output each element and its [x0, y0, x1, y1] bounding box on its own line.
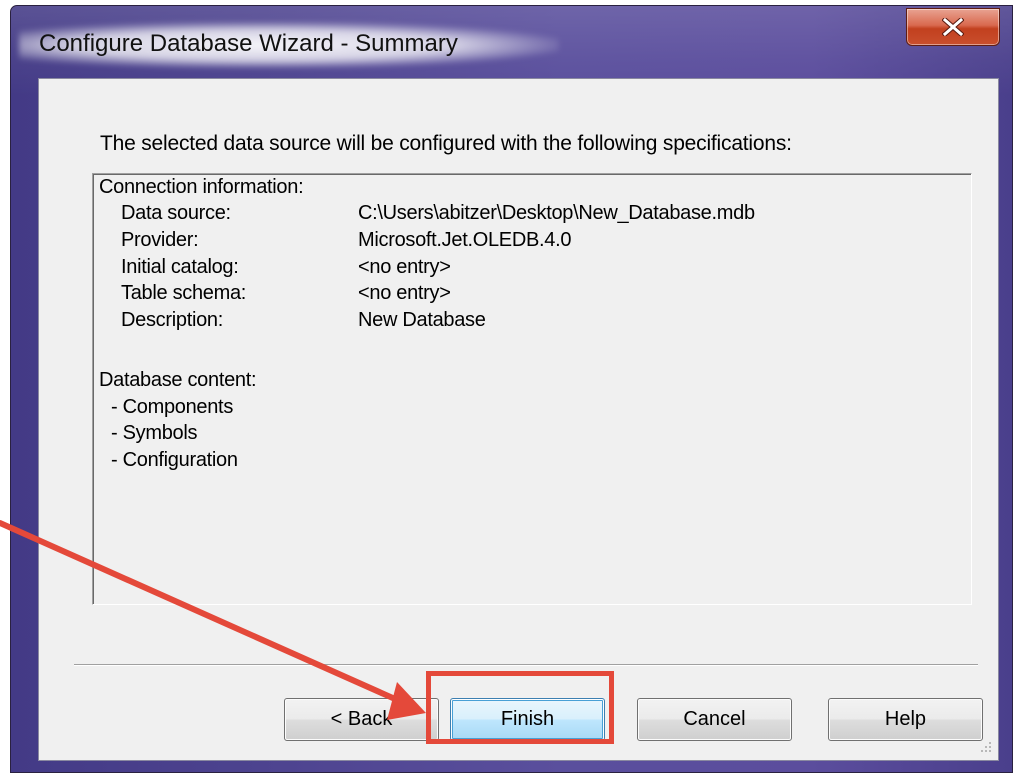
list-item: - Symbols: [111, 422, 198, 444]
finish-button[interactable]: Finish: [450, 698, 605, 741]
resize-grip-icon[interactable]: [976, 739, 994, 757]
window-title: Configure Database Wizard - Summary: [39, 30, 458, 57]
database-content-header: Database content:: [99, 369, 257, 391]
intro-text: The selected data source will be configu…: [100, 132, 792, 155]
back-button[interactable]: < Back: [284, 698, 439, 741]
dialog-client-area: The selected data source will be configu…: [38, 78, 999, 761]
connection-header: Connection information:: [99, 176, 304, 198]
initial-catalog-value: <no entry>: [358, 256, 451, 278]
list-item: - Components: [111, 396, 234, 418]
cancel-button[interactable]: Cancel: [637, 698, 792, 741]
description-value: New Database: [358, 309, 486, 331]
provider-label: Provider:: [121, 229, 199, 251]
initial-catalog-label: Initial catalog:: [121, 256, 239, 278]
provider-value: Microsoft.Jet.OLEDB.4.0: [358, 229, 572, 251]
button-separator: [74, 664, 978, 666]
table-schema-label: Table schema:: [121, 282, 247, 304]
dialog-window: Configure Database Wizard - Summary The …: [10, 5, 1013, 773]
close-icon: [942, 18, 964, 36]
summary-textbox[interactable]: Connection information: Data source: C:\…: [92, 173, 972, 605]
list-item: - Configuration: [111, 449, 238, 471]
data-source-value: C:\Users\abitzer\Desktop\New_Database.md…: [358, 202, 755, 224]
description-label: Description:: [121, 309, 223, 331]
data-source-label: Data source:: [121, 202, 231, 224]
close-button[interactable]: [906, 8, 1000, 46]
help-button[interactable]: Help: [828, 698, 983, 741]
title-bar[interactable]: Configure Database Wizard - Summary: [11, 6, 1012, 78]
table-schema-value: <no entry>: [358, 282, 451, 304]
